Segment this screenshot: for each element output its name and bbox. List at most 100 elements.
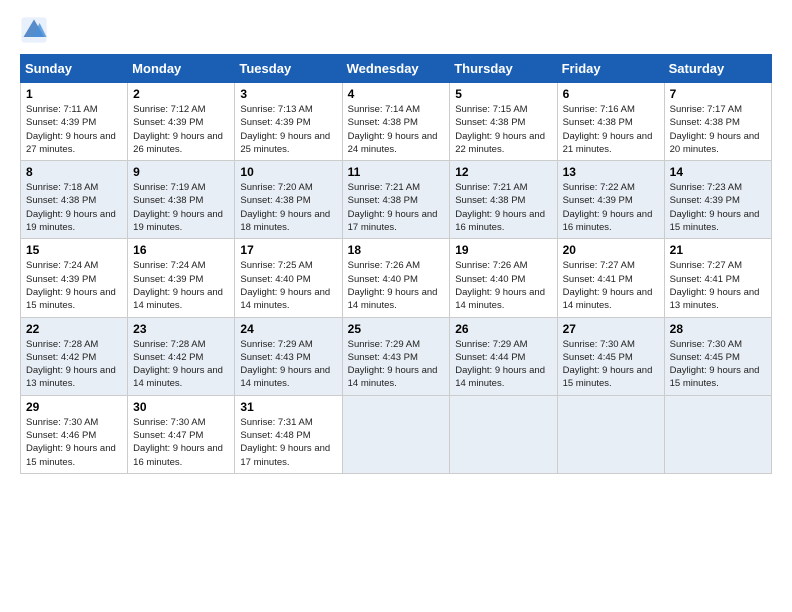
calendar-cell: 10 Sunrise: 7:20 AMSunset: 4:38 PMDaylig… bbox=[235, 161, 342, 239]
calendar-header-sunday: Sunday bbox=[21, 55, 128, 83]
day-info: Sunrise: 7:12 AMSunset: 4:39 PMDaylight:… bbox=[133, 104, 223, 155]
day-number: 27 bbox=[563, 322, 659, 336]
day-number: 8 bbox=[26, 165, 122, 179]
logo-icon bbox=[20, 16, 48, 44]
day-info: Sunrise: 7:25 AMSunset: 4:40 PMDaylight:… bbox=[240, 260, 330, 311]
day-number: 30 bbox=[133, 400, 229, 414]
day-info: Sunrise: 7:27 AMSunset: 4:41 PMDaylight:… bbox=[670, 260, 760, 311]
day-info: Sunrise: 7:30 AMSunset: 4:45 PMDaylight:… bbox=[670, 339, 760, 390]
calendar-cell: 16 Sunrise: 7:24 AMSunset: 4:39 PMDaylig… bbox=[128, 239, 235, 317]
page: SundayMondayTuesdayWednesdayThursdayFrid… bbox=[0, 0, 792, 484]
calendar-cell: 3 Sunrise: 7:13 AMSunset: 4:39 PMDayligh… bbox=[235, 83, 342, 161]
header bbox=[20, 16, 772, 44]
calendar-cell: 21 Sunrise: 7:27 AMSunset: 4:41 PMDaylig… bbox=[664, 239, 771, 317]
day-number: 5 bbox=[455, 87, 551, 101]
calendar-cell: 25 Sunrise: 7:29 AMSunset: 4:43 PMDaylig… bbox=[342, 317, 450, 395]
day-info: Sunrise: 7:11 AMSunset: 4:39 PMDaylight:… bbox=[26, 104, 116, 155]
calendar-week-row: 29 Sunrise: 7:30 AMSunset: 4:46 PMDaylig… bbox=[21, 395, 772, 473]
day-info: Sunrise: 7:21 AMSunset: 4:38 PMDaylight:… bbox=[348, 182, 438, 233]
calendar-cell: 29 Sunrise: 7:30 AMSunset: 4:46 PMDaylig… bbox=[21, 395, 128, 473]
calendar-week-row: 22 Sunrise: 7:28 AMSunset: 4:42 PMDaylig… bbox=[21, 317, 772, 395]
day-info: Sunrise: 7:28 AMSunset: 4:42 PMDaylight:… bbox=[26, 339, 116, 390]
calendar-cell: 12 Sunrise: 7:21 AMSunset: 4:38 PMDaylig… bbox=[450, 161, 557, 239]
day-number: 26 bbox=[455, 322, 551, 336]
day-info: Sunrise: 7:24 AMSunset: 4:39 PMDaylight:… bbox=[133, 260, 223, 311]
day-number: 3 bbox=[240, 87, 336, 101]
day-number: 19 bbox=[455, 243, 551, 257]
day-number: 13 bbox=[563, 165, 659, 179]
calendar-cell: 9 Sunrise: 7:19 AMSunset: 4:38 PMDayligh… bbox=[128, 161, 235, 239]
day-number: 14 bbox=[670, 165, 766, 179]
calendar-cell bbox=[664, 395, 771, 473]
calendar-cell: 8 Sunrise: 7:18 AMSunset: 4:38 PMDayligh… bbox=[21, 161, 128, 239]
day-number: 24 bbox=[240, 322, 336, 336]
day-info: Sunrise: 7:30 AMSunset: 4:47 PMDaylight:… bbox=[133, 417, 223, 468]
calendar-table: SundayMondayTuesdayWednesdayThursdayFrid… bbox=[20, 54, 772, 474]
day-info: Sunrise: 7:26 AMSunset: 4:40 PMDaylight:… bbox=[348, 260, 438, 311]
day-info: Sunrise: 7:20 AMSunset: 4:38 PMDaylight:… bbox=[240, 182, 330, 233]
logo-area bbox=[20, 16, 50, 44]
calendar-cell: 31 Sunrise: 7:31 AMSunset: 4:48 PMDaylig… bbox=[235, 395, 342, 473]
day-info: Sunrise: 7:31 AMSunset: 4:48 PMDaylight:… bbox=[240, 417, 330, 468]
logo bbox=[20, 16, 50, 44]
calendar-header-wednesday: Wednesday bbox=[342, 55, 450, 83]
calendar-cell: 30 Sunrise: 7:30 AMSunset: 4:47 PMDaylig… bbox=[128, 395, 235, 473]
calendar-cell: 14 Sunrise: 7:23 AMSunset: 4:39 PMDaylig… bbox=[664, 161, 771, 239]
calendar-cell: 22 Sunrise: 7:28 AMSunset: 4:42 PMDaylig… bbox=[21, 317, 128, 395]
calendar-cell: 13 Sunrise: 7:22 AMSunset: 4:39 PMDaylig… bbox=[557, 161, 664, 239]
day-info: Sunrise: 7:15 AMSunset: 4:38 PMDaylight:… bbox=[455, 104, 545, 155]
calendar-cell: 11 Sunrise: 7:21 AMSunset: 4:38 PMDaylig… bbox=[342, 161, 450, 239]
calendar-cell: 17 Sunrise: 7:25 AMSunset: 4:40 PMDaylig… bbox=[235, 239, 342, 317]
calendar-header-friday: Friday bbox=[557, 55, 664, 83]
day-number: 29 bbox=[26, 400, 122, 414]
day-number: 17 bbox=[240, 243, 336, 257]
day-number: 21 bbox=[670, 243, 766, 257]
day-number: 18 bbox=[348, 243, 445, 257]
day-info: Sunrise: 7:29 AMSunset: 4:43 PMDaylight:… bbox=[240, 339, 330, 390]
day-number: 9 bbox=[133, 165, 229, 179]
day-number: 10 bbox=[240, 165, 336, 179]
day-number: 7 bbox=[670, 87, 766, 101]
calendar-cell bbox=[450, 395, 557, 473]
calendar-cell: 6 Sunrise: 7:16 AMSunset: 4:38 PMDayligh… bbox=[557, 83, 664, 161]
calendar-week-row: 8 Sunrise: 7:18 AMSunset: 4:38 PMDayligh… bbox=[21, 161, 772, 239]
day-number: 28 bbox=[670, 322, 766, 336]
day-number: 1 bbox=[26, 87, 122, 101]
calendar-week-row: 15 Sunrise: 7:24 AMSunset: 4:39 PMDaylig… bbox=[21, 239, 772, 317]
day-number: 11 bbox=[348, 165, 445, 179]
day-info: Sunrise: 7:29 AMSunset: 4:43 PMDaylight:… bbox=[348, 339, 438, 390]
calendar-week-row: 1 Sunrise: 7:11 AMSunset: 4:39 PMDayligh… bbox=[21, 83, 772, 161]
calendar-header-monday: Monday bbox=[128, 55, 235, 83]
day-info: Sunrise: 7:14 AMSunset: 4:38 PMDaylight:… bbox=[348, 104, 438, 155]
calendar-cell: 24 Sunrise: 7:29 AMSunset: 4:43 PMDaylig… bbox=[235, 317, 342, 395]
day-info: Sunrise: 7:24 AMSunset: 4:39 PMDaylight:… bbox=[26, 260, 116, 311]
calendar-cell: 7 Sunrise: 7:17 AMSunset: 4:38 PMDayligh… bbox=[664, 83, 771, 161]
calendar-header-row: SundayMondayTuesdayWednesdayThursdayFrid… bbox=[21, 55, 772, 83]
day-number: 16 bbox=[133, 243, 229, 257]
day-info: Sunrise: 7:18 AMSunset: 4:38 PMDaylight:… bbox=[26, 182, 116, 233]
day-info: Sunrise: 7:22 AMSunset: 4:39 PMDaylight:… bbox=[563, 182, 653, 233]
calendar-cell: 19 Sunrise: 7:26 AMSunset: 4:40 PMDaylig… bbox=[450, 239, 557, 317]
calendar-cell: 1 Sunrise: 7:11 AMSunset: 4:39 PMDayligh… bbox=[21, 83, 128, 161]
calendar-header-saturday: Saturday bbox=[664, 55, 771, 83]
day-info: Sunrise: 7:28 AMSunset: 4:42 PMDaylight:… bbox=[133, 339, 223, 390]
day-number: 31 bbox=[240, 400, 336, 414]
calendar-header-tuesday: Tuesday bbox=[235, 55, 342, 83]
day-info: Sunrise: 7:17 AMSunset: 4:38 PMDaylight:… bbox=[670, 104, 760, 155]
calendar-cell: 15 Sunrise: 7:24 AMSunset: 4:39 PMDaylig… bbox=[21, 239, 128, 317]
calendar-cell: 2 Sunrise: 7:12 AMSunset: 4:39 PMDayligh… bbox=[128, 83, 235, 161]
calendar-cell: 20 Sunrise: 7:27 AMSunset: 4:41 PMDaylig… bbox=[557, 239, 664, 317]
day-info: Sunrise: 7:29 AMSunset: 4:44 PMDaylight:… bbox=[455, 339, 545, 390]
calendar-cell bbox=[342, 395, 450, 473]
day-number: 4 bbox=[348, 87, 445, 101]
calendar-header-thursday: Thursday bbox=[450, 55, 557, 83]
day-info: Sunrise: 7:19 AMSunset: 4:38 PMDaylight:… bbox=[133, 182, 223, 233]
calendar-cell: 27 Sunrise: 7:30 AMSunset: 4:45 PMDaylig… bbox=[557, 317, 664, 395]
day-info: Sunrise: 7:30 AMSunset: 4:46 PMDaylight:… bbox=[26, 417, 116, 468]
day-info: Sunrise: 7:23 AMSunset: 4:39 PMDaylight:… bbox=[670, 182, 760, 233]
day-number: 23 bbox=[133, 322, 229, 336]
calendar-cell: 5 Sunrise: 7:15 AMSunset: 4:38 PMDayligh… bbox=[450, 83, 557, 161]
calendar-cell: 4 Sunrise: 7:14 AMSunset: 4:38 PMDayligh… bbox=[342, 83, 450, 161]
day-info: Sunrise: 7:13 AMSunset: 4:39 PMDaylight:… bbox=[240, 104, 330, 155]
calendar-cell bbox=[557, 395, 664, 473]
